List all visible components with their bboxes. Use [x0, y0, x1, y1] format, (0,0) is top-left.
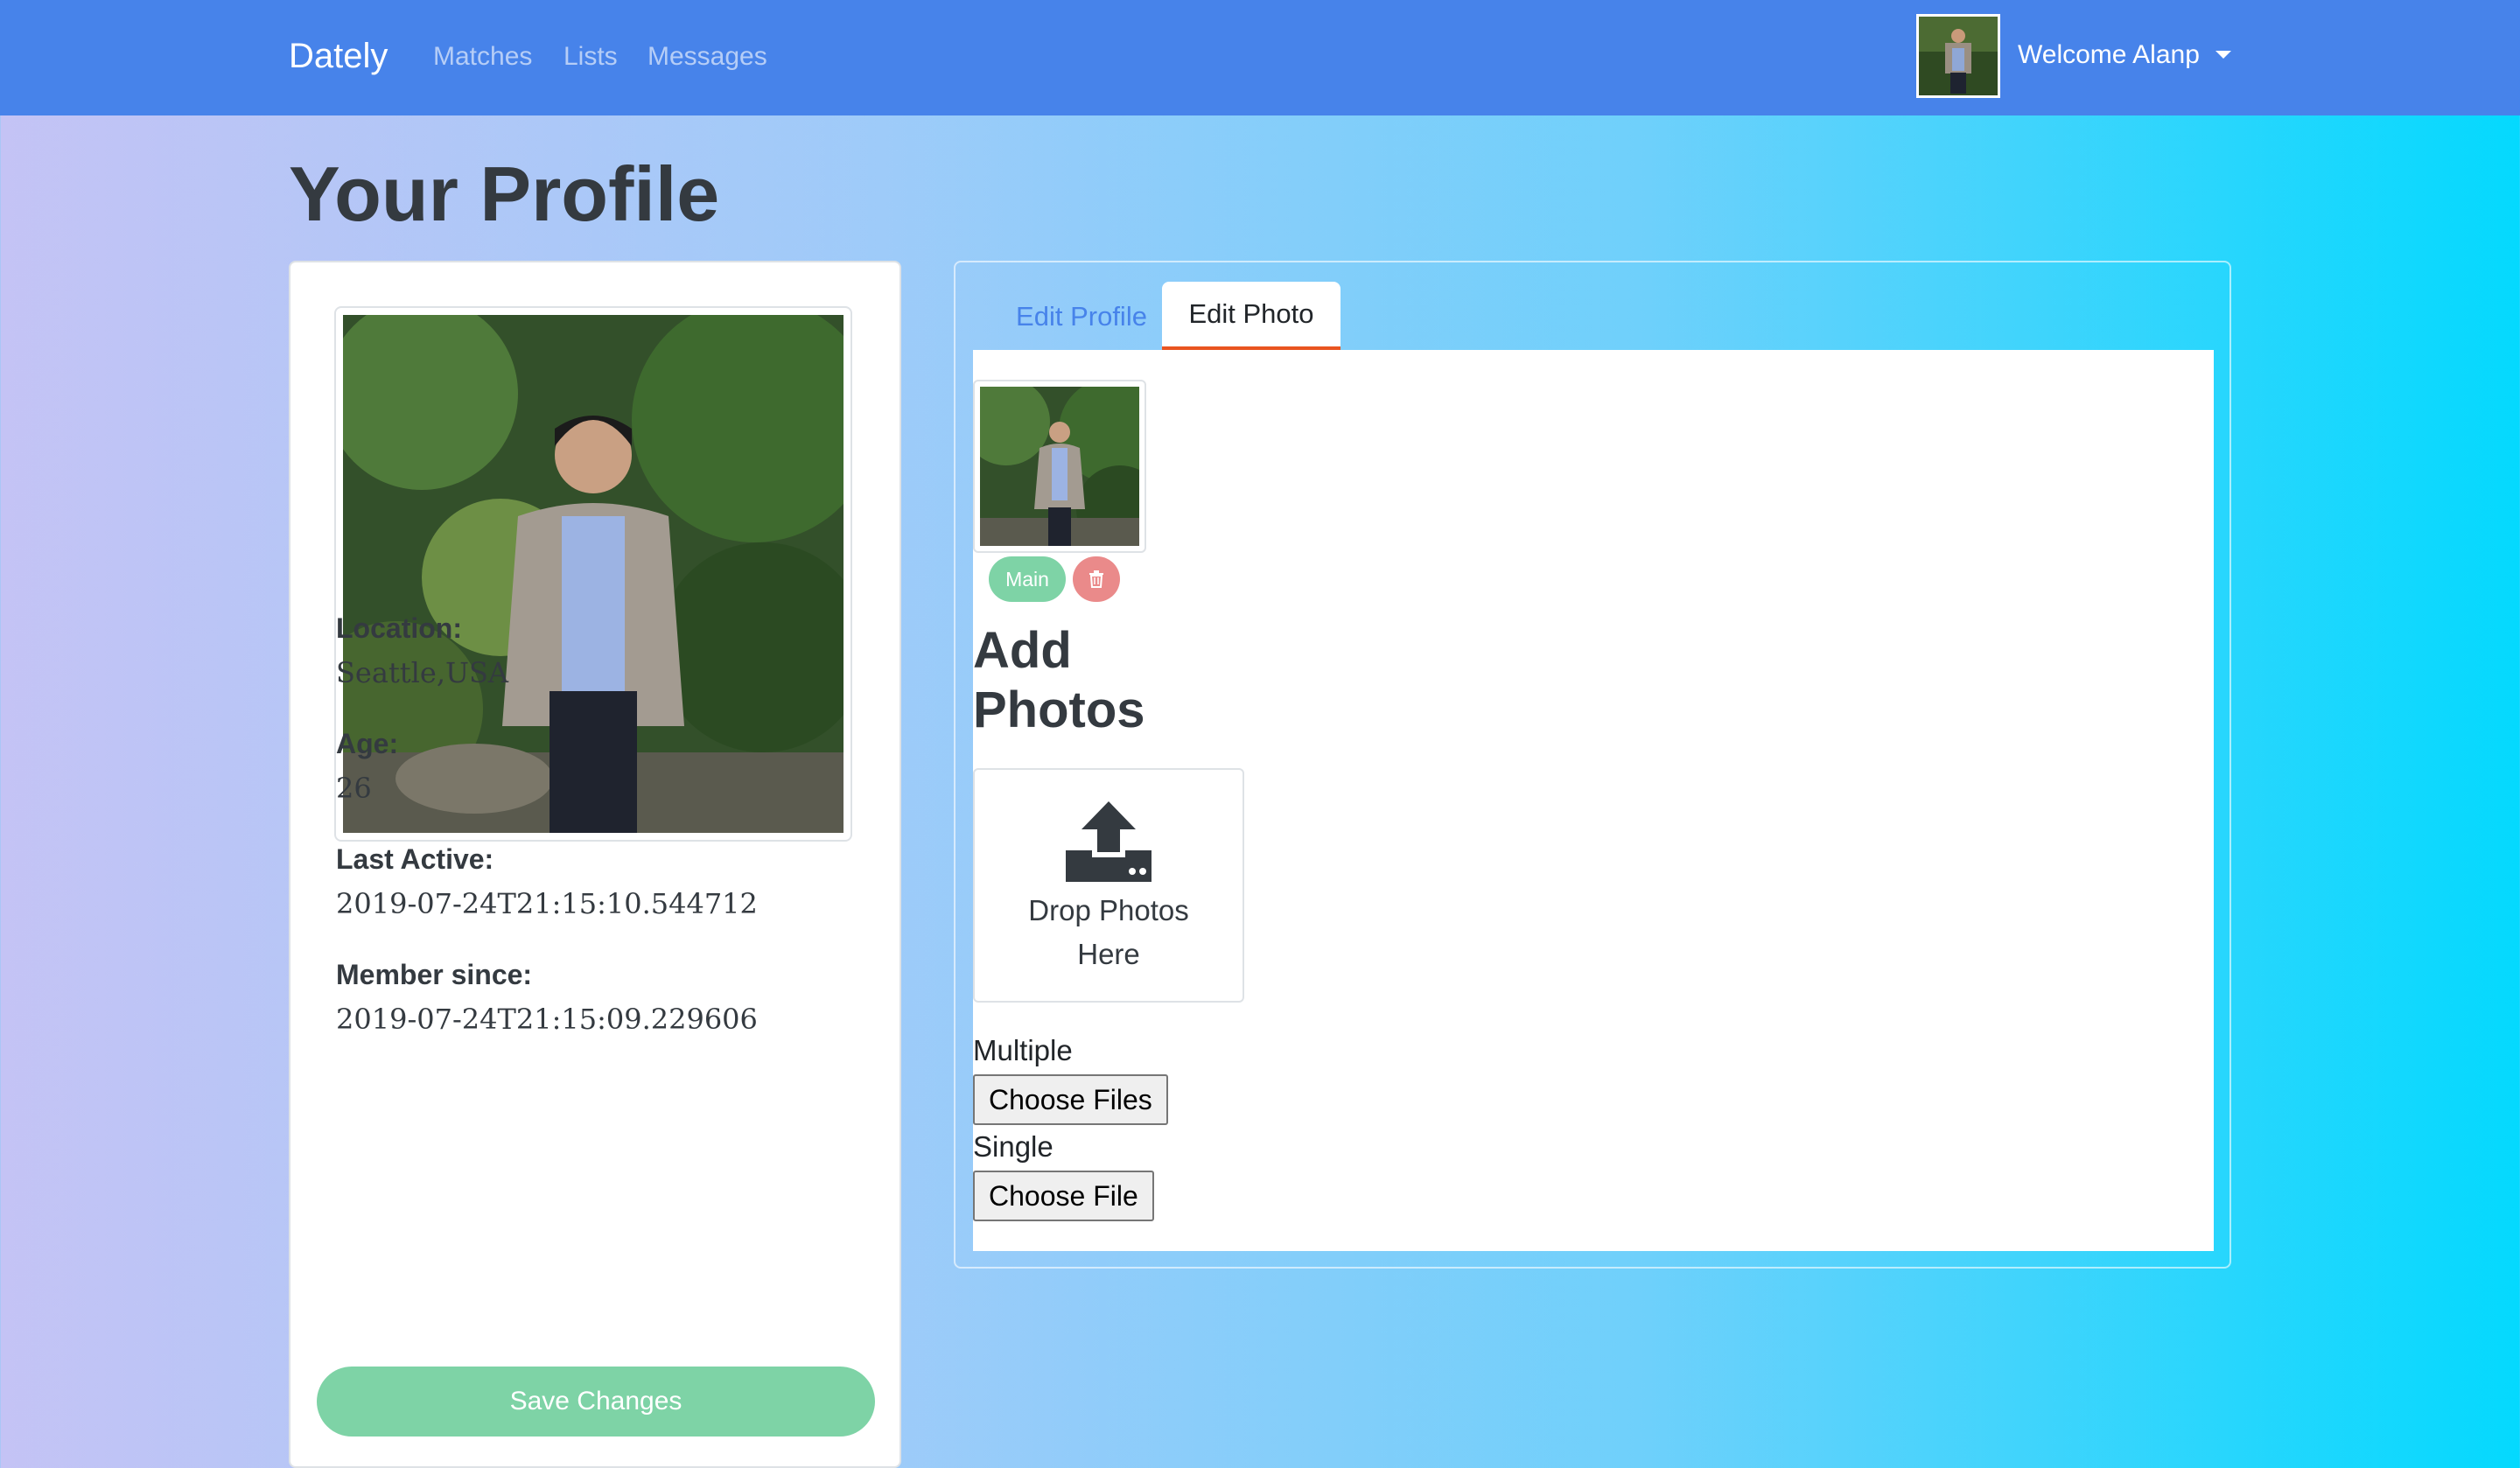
- navbar: Dately Matches Lists Messages Welcome Al…: [0, 0, 2520, 115]
- profile-photo: [334, 306, 852, 842]
- avatar[interactable]: [1916, 14, 2000, 98]
- last-active-label: Last Active:: [336, 843, 494, 875]
- welcome-dropdown[interactable]: Welcome Alanp: [2018, 40, 2200, 70]
- nav-link-lists[interactable]: Lists: [564, 42, 618, 72]
- caret-down-icon[interactable]: [2216, 51, 2231, 59]
- set-main-button[interactable]: Main: [989, 556, 1066, 602]
- location-label: Location:: [336, 612, 462, 644]
- drop-text: Drop Photos Here: [975, 889, 1242, 976]
- nav-link-matches[interactable]: Matches: [433, 42, 532, 72]
- multiple-label: Multiple: [973, 1034, 1073, 1066]
- brand-logo[interactable]: Dately: [289, 37, 388, 76]
- tab-edit-photo[interactable]: Edit Photo: [1162, 282, 1340, 352]
- tab-edit-profile[interactable]: Edit Profile: [990, 282, 1172, 352]
- photo-dropzone[interactable]: Drop Photos Here: [973, 768, 1244, 1003]
- age-value: 26: [336, 772, 372, 805]
- photo-tab-content: Main Add Photos Drop Photos Here Multipl…: [973, 350, 2214, 1251]
- choose-files-button[interactable]: Choose Files: [973, 1074, 1168, 1125]
- last-active-value: 2019-07-24T21:15:10.544712: [336, 887, 758, 920]
- drop-text-line1: Drop Photos: [1028, 894, 1189, 926]
- member-since-label: Member since:: [336, 959, 533, 990]
- page-title: Your Profile: [289, 150, 720, 237]
- nav-link-messages[interactable]: Messages: [648, 42, 767, 72]
- upload-icon: [1066, 801, 1152, 882]
- trash-icon: [1089, 570, 1103, 588]
- profile-card: Location: Seattle,USA Age: 26 Last Activ…: [289, 261, 901, 1468]
- drop-text-line2: Here: [1077, 938, 1140, 970]
- add-photos-title: Add Photos: [973, 622, 1145, 739]
- photo-thumbnail[interactable]: [973, 380, 1146, 553]
- edit-panel: Edit Profile Edit Photo Main Add Photos …: [954, 261, 2231, 1269]
- save-changes-button[interactable]: Save Changes: [317, 1367, 875, 1437]
- age-label: Age:: [336, 728, 399, 759]
- choose-file-button[interactable]: Choose File: [973, 1171, 1154, 1221]
- member-since-value: 2019-07-24T21:15:09.229606: [336, 1003, 758, 1036]
- single-label: Single: [973, 1130, 1054, 1163]
- location-value: Seattle,USA: [336, 656, 508, 689]
- delete-photo-button[interactable]: [1073, 556, 1120, 602]
